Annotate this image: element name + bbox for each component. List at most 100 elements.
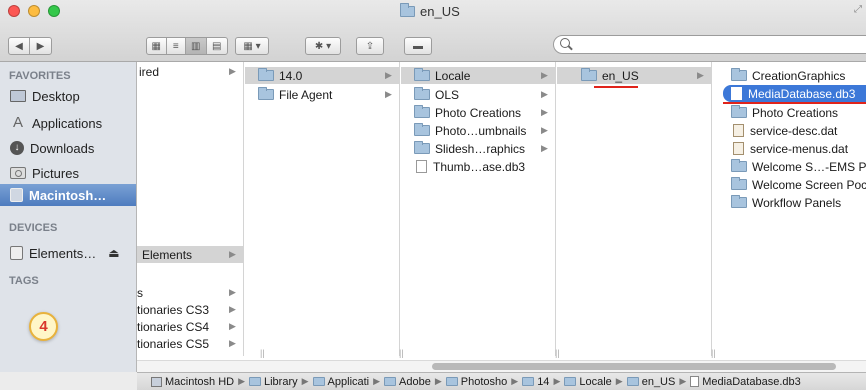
item-label: Elements — [142, 247, 193, 262]
path-item-en-us[interactable]: en_US — [626, 376, 675, 388]
close-window-button[interactable] — [8, 5, 20, 17]
share-icon: ⇪ — [365, 40, 375, 52]
column-view-button[interactable]: ▥ — [186, 38, 207, 54]
annotation-underline — [723, 102, 866, 104]
list-item[interactable]: service-desc.dat — [713, 122, 866, 139]
document-icon — [731, 87, 742, 100]
sidebar-item-elements-drive[interactable]: Elements… ⏏ — [0, 242, 136, 264]
tag-icon: ▬ — [413, 40, 423, 52]
search-input[interactable] — [553, 35, 866, 54]
path-separator-icon: ▶ — [511, 376, 519, 386]
sidebar-item-macintosh-hd[interactable]: Macintosh… — [0, 184, 136, 206]
eject-icon[interactable]: ⏏ — [108, 246, 119, 260]
chevron-right-icon: ▶ — [541, 125, 548, 135]
item-label: OLS — [435, 87, 460, 102]
item-label: Photo Creations — [435, 105, 522, 120]
tags-button[interactable]: ▬ — [404, 37, 432, 55]
path-label: Adobe — [399, 375, 431, 388]
list-item[interactable]: ired ▶ — [137, 63, 244, 80]
path-item-applications[interactable]: Applicati — [312, 375, 370, 388]
list-item[interactable]: File Agent ▶ — [245, 86, 399, 103]
sidebar-item-applications[interactable]: A Applications — [0, 112, 136, 134]
list-item[interactable]: tionaries CS5 ▶ — [137, 335, 244, 352]
folder-icon — [731, 159, 747, 172]
minimize-window-button[interactable] — [28, 5, 40, 17]
scrollbar-thumb[interactable] — [432, 363, 836, 370]
list-item[interactable]: en_US ▶ — [557, 67, 711, 84]
list-item[interactable]: Elements ▶ — [137, 246, 244, 263]
path-label: Locale — [579, 375, 612, 388]
item-label: 14.0 — [279, 68, 303, 83]
fullscreen-icon[interactable]: ⤢ — [854, 4, 862, 15]
list-item[interactable]: OLS ▶ — [401, 86, 555, 103]
folder-icon — [414, 87, 430, 100]
path-separator-icon: ▶ — [615, 376, 623, 386]
list-item[interactable]: 14.0 ▶ — [245, 67, 399, 84]
list-item[interactable]: tionaries CS4 ▶ — [137, 318, 244, 335]
chevron-right-icon: ▶ — [541, 70, 548, 80]
path-item-adobe[interactable]: Adobe — [384, 376, 431, 388]
path-item-library[interactable]: Library — [249, 376, 298, 388]
list-item-selected[interactable]: MediaDatabase.db3 — [723, 85, 866, 102]
search-icon — [560, 38, 570, 48]
list-item[interactable]: tionaries CS3 ▶ — [137, 301, 244, 318]
column-resize-handle[interactable]: || — [711, 348, 716, 358]
column-4: CreationGraphics MediaDatabase.db3 Photo… — [713, 62, 866, 356]
list-item[interactable]: CreationGraphics — [713, 67, 866, 84]
cover-flow-button[interactable]: ▤ — [207, 38, 227, 54]
sidebar-item-label: Desktop — [32, 88, 80, 104]
list-item[interactable]: Photo…umbnails ▶ — [401, 122, 555, 139]
list-item[interactable]: Locale ▶ — [401, 67, 555, 84]
folder-icon — [414, 105, 430, 118]
list-item[interactable]: s ▶ — [137, 284, 244, 301]
list-item[interactable]: Thumb…ase.db3 — [401, 158, 555, 175]
sidebar-item-label: Pictures — [32, 165, 79, 181]
column-resize-handle[interactable]: || — [399, 348, 404, 358]
annotation-underline — [594, 86, 638, 88]
folder-icon — [731, 195, 747, 208]
document-icon — [733, 142, 744, 155]
list-view-button[interactable]: ≡ — [167, 38, 187, 54]
column-resize-handle[interactable]: || — [555, 348, 560, 358]
applications-icon: A — [12, 114, 23, 131]
forward-button[interactable]: ▶ — [30, 38, 51, 54]
list-item[interactable]: Photo Creations ▶ — [401, 104, 555, 121]
path-item-macintosh-hd[interactable]: Macintosh HD — [151, 376, 234, 388]
path-bar: Macintosh HD ▶ Library ▶ Applicati ▶ Ado… — [137, 372, 866, 390]
path-separator-icon: ▶ — [301, 376, 309, 386]
path-item-locale[interactable]: Locale — [564, 375, 612, 388]
sidebar-item-downloads[interactable]: ↓ Downloads — [0, 137, 136, 159]
folder-icon — [258, 87, 274, 100]
horizontal-scrollbar[interactable] — [137, 360, 866, 372]
path-item-photoshop[interactable]: Photosho — [445, 376, 507, 388]
action-button[interactable]: ✱ ▾ — [305, 37, 341, 55]
icon-view-button[interactable]: ▦ — [147, 38, 167, 54]
list-item[interactable]: Welcome S…-EMS P — [713, 158, 866, 175]
sidebar-item-desktop[interactable]: Desktop — [0, 85, 136, 107]
folder-icon — [731, 177, 747, 190]
list-item[interactable]: Welcome Screen Poc — [713, 176, 866, 193]
column-resize-handle[interactable]: || — [260, 348, 265, 358]
list-item[interactable]: Slidesh…raphics ▶ — [401, 140, 555, 157]
share-button[interactable]: ⇪ — [356, 37, 384, 55]
folder-icon — [258, 68, 274, 81]
path-label: Applicati — [327, 375, 370, 388]
path-item-mediadatabase[interactable]: MediaDatabase.db3 — [690, 376, 801, 388]
back-button[interactable]: ◀ — [9, 38, 31, 54]
hard-drive-icon — [151, 376, 162, 387]
arrange-icon: ▦ ▾ — [243, 40, 261, 52]
devices-header: DEVICES — [9, 222, 58, 234]
item-label: MediaDatabase.db3 — [748, 86, 856, 101]
item-label: Welcome S…-EMS P — [752, 159, 866, 174]
list-item[interactable]: Photo Creations — [713, 104, 866, 121]
arrange-button[interactable]: ▦ ▾ — [235, 37, 269, 55]
path-item-14[interactable]: 14 — [522, 376, 549, 388]
sidebar-item-pictures[interactable]: Pictures — [0, 162, 136, 184]
zoom-window-button[interactable] — [48, 5, 60, 17]
list-item[interactable]: Workflow Panels — [713, 194, 866, 211]
item-label: File Agent — [279, 87, 333, 102]
folder-icon — [384, 377, 397, 386]
folder-icon — [445, 377, 458, 386]
document-icon — [416, 160, 427, 173]
list-item[interactable]: service-menus.dat — [713, 140, 866, 157]
